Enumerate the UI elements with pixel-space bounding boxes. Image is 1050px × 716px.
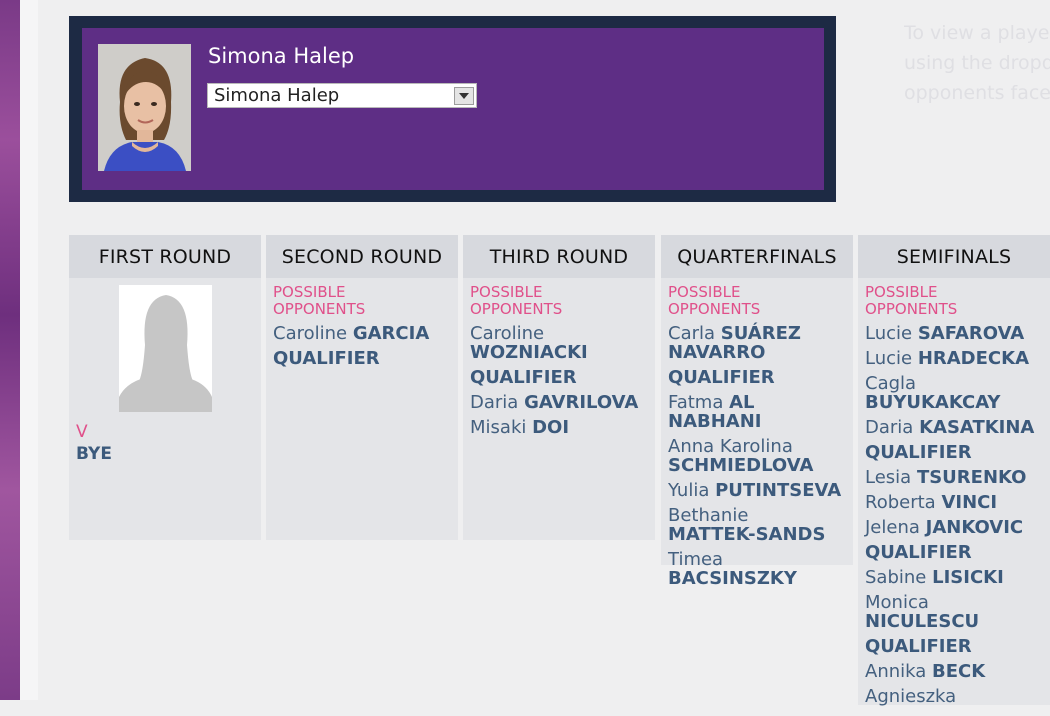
opponent-link[interactable]: Carla SUÁREZ NAVARRO — [668, 324, 846, 362]
opponent-link[interactable]: Anna Karolina SCHMIEDLOVA — [668, 437, 846, 475]
opponent-link[interactable]: Annika BECK — [865, 662, 1043, 681]
player-select-value: Simona Halep — [214, 85, 340, 106]
player-photo — [98, 44, 191, 171]
round-header: SECOND ROUND — [266, 235, 458, 278]
opponent-link[interactable]: QUALIFIER — [865, 637, 1043, 656]
opponent-link[interactable]: Sabine LISICKI — [865, 568, 1043, 587]
opponent-link[interactable]: Timea BACSINSZKY — [668, 550, 846, 588]
left-gap — [20, 0, 38, 700]
opponent-bye[interactable]: BYE — [76, 444, 254, 464]
opponent-link[interactable]: Fatma AL NABHANI — [668, 393, 846, 431]
player-card: Simona Halep Simona Halep — [69, 16, 836, 202]
player-card-panel: Simona Halep Simona Halep — [82, 28, 824, 190]
round-quarterfinals: QUARTERFINALS POSSIBLE OPPONENTS Carla SU… — [661, 235, 853, 588]
round-header: QUARTERFINALS — [661, 235, 853, 278]
opponent-link[interactable]: Caroline GARCIA — [273, 324, 451, 343]
player-select[interactable]: Simona Halep — [207, 83, 477, 108]
round-first: FIRST ROUND V BYE — [69, 235, 261, 540]
info-text-line: To view a player — [904, 22, 1050, 44]
left-decorative-strip — [0, 0, 20, 700]
round-header: FIRST ROUND — [69, 235, 261, 278]
possible-opponents-label: POSSIBLE OPPONENTS — [865, 283, 958, 318]
info-text: To view a player using the dropdo oppone… — [904, 18, 1050, 108]
opponent-link[interactable]: Jelena JANKOVIC — [865, 518, 1043, 537]
info-text-line: using the dropdo — [904, 52, 1050, 74]
player-portrait-icon — [98, 44, 191, 171]
opponent-link[interactable]: Daria KASATKINA — [865, 418, 1043, 437]
opponent-link[interactable]: Lucie SAFAROVA — [865, 324, 1043, 343]
opponent-link[interactable]: QUALIFIER — [865, 543, 1043, 562]
opponent-link[interactable]: QUALIFIER — [470, 368, 648, 387]
opponent-link[interactable]: Daria GAVRILOVA — [470, 393, 648, 412]
possible-opponents-label: POSSIBLE OPPONENTS — [273, 283, 366, 318]
opponent-link[interactable]: Cagla BUYUKAKCAY — [865, 374, 1043, 412]
round-header: SEMIFINALS — [858, 235, 1050, 278]
opponent-link[interactable]: Caroline WOZNIACKI — [470, 324, 648, 362]
opponent-link[interactable]: Bethanie MATTEK-SANDS — [668, 506, 846, 544]
info-text-line: opponents faced — [904, 82, 1050, 104]
possible-opponents-label: POSSIBLE OPPONENTS — [668, 283, 761, 318]
opponent-link[interactable]: QUALIFIER — [865, 443, 1043, 462]
opponent-link[interactable]: Lucie HRADECKA — [865, 349, 1043, 368]
player-name: Simona Halep — [208, 44, 355, 68]
opponent-link[interactable]: Monica NICULESCU — [865, 593, 1043, 631]
possible-opponents-label: POSSIBLE OPPONENTS — [470, 283, 563, 318]
opponent-link[interactable]: Yulia PUTINTSEVA — [668, 481, 846, 500]
silhouette-icon — [118, 285, 212, 412]
round-second: SECOND ROUND POSSIBLE OPPONENTS Caroline … — [266, 235, 458, 540]
vs-label: V — [76, 422, 88, 442]
opponent-link[interactable]: QUALIFIER — [273, 349, 451, 368]
opponent-link[interactable]: Misaki DOI — [470, 418, 648, 437]
round-semifinals: SEMIFINALS POSSIBLE OPPONENTS Lucie SAFAR… — [858, 235, 1050, 706]
round-header: THIRD ROUND — [463, 235, 655, 278]
opponent-link[interactable]: Agnieszka — [865, 687, 1043, 706]
dropdown-arrow-icon[interactable] — [454, 87, 474, 105]
round-third: THIRD ROUND POSSIBLE OPPONENTS Caroline WO… — [463, 235, 655, 540]
opponent-link[interactable]: Lesia TSURENKO — [865, 468, 1043, 487]
opponent-link[interactable]: QUALIFIER — [668, 368, 846, 387]
opponent-link[interactable]: Roberta VINCI — [865, 493, 1043, 512]
